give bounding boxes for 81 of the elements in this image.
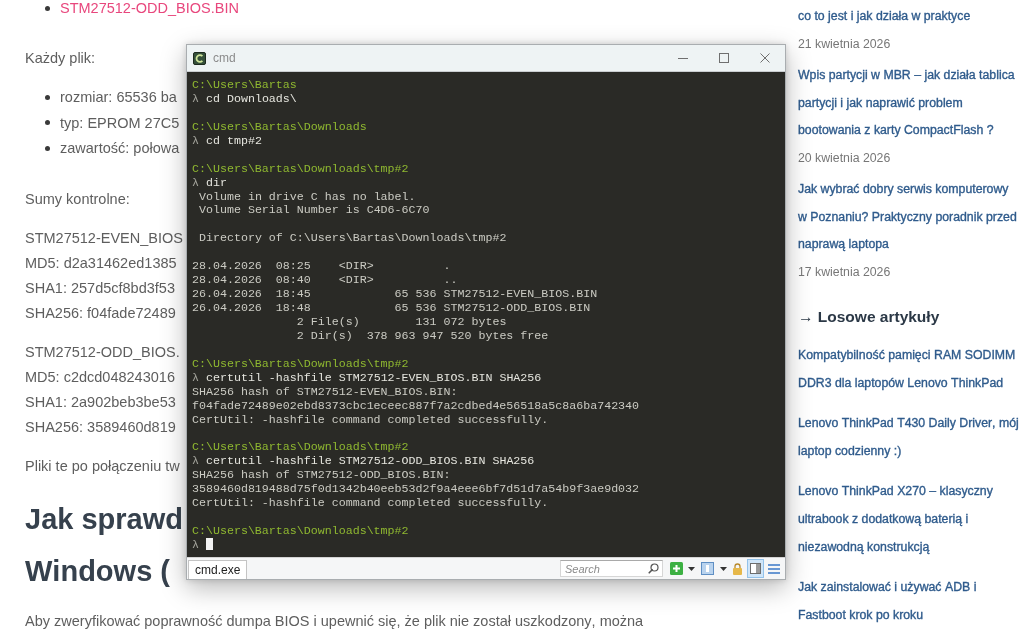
article-link[interactable]: Lenovo ThinkPad T430 Daily Driver, mój laptop codzienny :) (798, 409, 1020, 465)
window-icon[interactable] (701, 562, 714, 575)
checksum-text: SHA1: 2a902beb3be53 (25, 393, 176, 410)
output-text: Volume in drive C has no label. (199, 189, 416, 203)
output-text: 3589460d819488d75f0d1342b40eeb53d2f9a4eee6bf7d51d7a54b9f3ae9d032 (192, 482, 640, 496)
close-icon (759, 53, 770, 63)
output-text: 2 Dir(s) 378 963 947 520 bytes free (296, 328, 549, 342)
prompt-symbol: λ (192, 537, 199, 551)
text-cursor (206, 537, 213, 550)
output-text: 28.04.2026 08:25 <DIR> . (192, 259, 451, 273)
output-text: SHA256 hash of STM27512-ODD_BIOS.BIN: (192, 468, 451, 482)
checksum-text: SHA1: 257d5cf8bd3f53 (25, 279, 175, 296)
console-tab[interactable]: cmd.exe (188, 560, 248, 579)
file-name-text: STM27512-EVEN_BIOS (25, 229, 183, 246)
section-heading: Jak sprawd (25, 503, 183, 535)
file-name-text: STM27512-ODD_BIOS. (25, 343, 180, 360)
paragraph-text: Każdy plik: (25, 49, 96, 66)
output-text: Volume Serial Number is C4D6-6C70 (199, 203, 430, 217)
bullet-icon (45, 120, 50, 125)
minimize-icon (677, 57, 688, 59)
prompt-symbol: λ (192, 370, 199, 384)
prompt-symbol: λ (192, 175, 199, 189)
article-link[interactable]: Wpis partycji w MBR – jak działa tablica partycji i jak naprawić problem bootowania z karty CompactFlash ? (798, 62, 1020, 145)
checksum-text: SHA256: 3589460d819 (25, 418, 176, 435)
maximize-icon (718, 53, 729, 63)
paragraph-text: Sumy kontrolne: (25, 190, 130, 207)
prompt-symbol: λ (192, 133, 199, 147)
command-text: cd Downloads\ (206, 91, 297, 105)
menu-icon[interactable] (768, 563, 780, 574)
prompt-path: C:\Users\Bartas\Downloads\tmp#2 (192, 440, 409, 454)
caret-icon[interactable] (720, 566, 727, 571)
sidebar-heading: → Losowe artykuły (798, 308, 940, 325)
post-date: 20 kwietnia 2026 (798, 149, 891, 167)
list-item-text: typ: EPROM 27C5 (60, 114, 180, 131)
window-title: cmd (213, 51, 236, 65)
section-heading: Windows ( (25, 555, 170, 587)
article-link[interactable]: Jak zainstalować i używać ADB i Fastboot krok po kroku (798, 573, 1020, 629)
article-link[interactable]: Kompatybilność pamięci RAM SODIMM DDR3 dla laptopów Lenovo ThinkPad (798, 341, 1020, 397)
prompt-path: C:\Users\Bartas (192, 78, 297, 91)
checksum-text: MD5: c2dcd048243016 (25, 368, 175, 385)
caret-icon[interactable] (688, 566, 695, 571)
output-text: f04fade72489e02ebd8373cbc1eceec887f7a2cdbed4e56518a5c8a6ba742340 (192, 398, 640, 412)
paragraph-text: Aby zweryfikować poprawność dumpa BIOS i upewnić się, że plik nie został uszkodzony, można (25, 612, 644, 629)
app-icon (193, 51, 206, 65)
command-text: cd tmp#2 (206, 133, 262, 147)
command-text: certutil -hashfile STM27512-ODD_BIOS.BIN SHA256 (206, 454, 535, 468)
output-text: 26.04.2026 18:45 65 536 STM27512-EVEN_BIOS.BIN (192, 287, 598, 301)
post-date: 21 kwietnia 2026 (798, 35, 891, 53)
output-text: CertUtil: -hashfile command completed successfully. (192, 496, 549, 510)
checksum-text: MD5: d2a31462ed1385 (25, 254, 177, 271)
search-field[interactable]: Search (560, 560, 663, 577)
output-text: 28.04.2026 08:40 <DIR> .. (192, 273, 458, 287)
output-text: CertUtil: -hashfile command completed successfully. (192, 412, 549, 426)
output-text: SHA256 hash of STM27512-EVEN_BIOS.BIN: (192, 384, 458, 398)
bullet-icon (45, 145, 50, 151)
prompt-symbol: λ (192, 91, 199, 105)
article-link[interactable]: co to jest i jak działa w praktyce (798, 3, 971, 31)
list-item-text: rozmiar: 65536 ba (60, 89, 177, 105)
bullet-icon (45, 94, 50, 100)
checksum-text: SHA256: f04fade72489 (25, 304, 176, 321)
prompt-path: C:\Users\Bartas\Downloads\tmp#2 (192, 161, 409, 175)
output-text: Directory of C:\Users\Bartas\Downloads\tmp#2 (199, 231, 507, 245)
output-text: 26.04.2026 18:48 65 536 STM27512-ODD_BIOS.BIN (192, 301, 591, 314)
file-link[interactable]: STM27512-ODD_BIOS.BIN (60, 0, 239, 16)
lock-icon[interactable] (733, 562, 742, 575)
bullet-icon (45, 5, 50, 11)
search-icon[interactable] (648, 563, 659, 574)
output-text: 2 File(s) 131 072 bytes (296, 314, 507, 328)
panel-icon[interactable] (747, 559, 764, 578)
post-date: 17 kwietnia 2026 (798, 263, 891, 281)
plus-icon[interactable] (670, 562, 683, 575)
prompt-path: C:\Users\Bartas\Downloads (192, 119, 367, 133)
list-item-text: zawartość: połowa (60, 140, 180, 156)
article-link[interactable]: Lenovo ThinkPad X270 – klasyczny ultrabook z dodatkową baterią i niezawodną konstrukcją (798, 477, 1020, 561)
command-text: dir (206, 175, 227, 189)
prompt-path: C:\Users\Bartas\Downloads\tmp#2 (192, 524, 409, 537)
article-link[interactable]: Jak wybrać dobry serwis komputerowy w Poznaniu? Praktyczny poradnik przed naprawą laptopa (798, 176, 1020, 259)
paragraph-text: Pliki te po połączeniu tw (25, 457, 180, 474)
prompt-symbol: λ (192, 454, 199, 468)
prompt-path: C:\Users\Bartas\Downloads\tmp#2 (192, 356, 409, 370)
command-text: certutil -hashfile STM27512-EVEN_BIOS.BIN SHA256 (206, 370, 542, 384)
